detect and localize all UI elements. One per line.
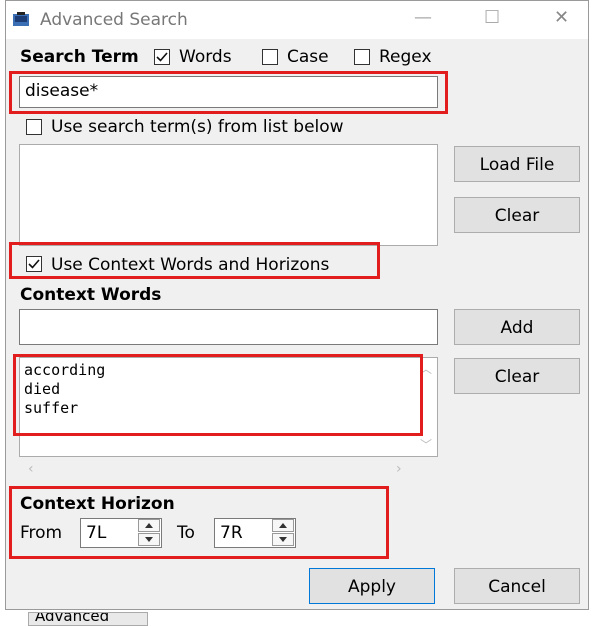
spin-up-icon[interactable] bbox=[272, 519, 294, 532]
search-term-label: Search Term bbox=[20, 47, 139, 67]
search-terms-list[interactable] bbox=[19, 144, 438, 246]
regex-label: Regex bbox=[379, 47, 432, 67]
scroll-down-icon[interactable]: ﹀ bbox=[420, 436, 432, 453]
from-label: From bbox=[20, 523, 63, 543]
regex-checkbox[interactable] bbox=[354, 49, 370, 65]
check-icon bbox=[28, 259, 40, 269]
apply-button[interactable]: Apply bbox=[309, 568, 435, 604]
add-button[interactable]: Add bbox=[454, 309, 580, 345]
to-value: 7R bbox=[220, 523, 243, 543]
context-horizon-heading: Context Horizon bbox=[20, 494, 175, 514]
use-context-checkbox[interactable] bbox=[26, 256, 42, 272]
minimize-button[interactable]: — bbox=[414, 7, 432, 28]
context-words-list[interactable]: according died suffer ︿ ﹀ bbox=[19, 357, 438, 457]
app-icon bbox=[13, 12, 29, 26]
words-checkbox[interactable] bbox=[154, 49, 170, 65]
words-label: Words bbox=[179, 47, 232, 67]
context-word-input[interactable] bbox=[19, 309, 438, 345]
clear-list-button[interactable]: Clear bbox=[454, 197, 580, 233]
spin-down-icon[interactable] bbox=[272, 533, 294, 546]
context-word-item[interactable]: died bbox=[24, 380, 60, 399]
to-spinner[interactable] bbox=[272, 519, 294, 547]
title-bar: Advanced Search — ☐ ✕ bbox=[6, 1, 588, 39]
scroll-left-icon[interactable]: ‹ bbox=[28, 461, 34, 477]
cancel-button[interactable]: Cancel bbox=[454, 568, 580, 604]
spin-down-icon[interactable] bbox=[138, 533, 160, 546]
context-word-item[interactable]: suffer bbox=[24, 399, 78, 418]
to-spinbox[interactable]: 7R bbox=[214, 518, 296, 548]
close-button[interactable]: ✕ bbox=[554, 7, 569, 28]
scroll-up-icon[interactable]: ︿ bbox=[420, 360, 432, 377]
context-word-item[interactable]: according bbox=[24, 361, 105, 380]
clear-context-button[interactable]: Clear bbox=[454, 358, 580, 394]
spin-up-icon[interactable] bbox=[138, 519, 160, 532]
maximize-button[interactable]: ☐ bbox=[484, 7, 500, 28]
search-term-input[interactable]: disease* bbox=[19, 76, 438, 108]
use-context-label: Use Context Words and Horizons bbox=[51, 255, 330, 275]
from-spinner[interactable] bbox=[138, 519, 160, 547]
load-file-button[interactable]: Load File bbox=[454, 146, 580, 182]
to-label: To bbox=[177, 523, 195, 543]
check-icon bbox=[156, 52, 168, 62]
window-title: Advanced Search bbox=[40, 10, 188, 30]
case-label: Case bbox=[287, 47, 329, 67]
advanced-search-dialog: Advanced Search — ☐ ✕ Search Term Words … bbox=[5, 0, 589, 610]
search-term-value: disease* bbox=[25, 81, 99, 101]
context-words-heading: Context Words bbox=[20, 285, 162, 305]
case-checkbox[interactable] bbox=[262, 49, 278, 65]
scroll-right-icon[interactable]: › bbox=[396, 461, 402, 477]
from-value: 7L bbox=[86, 523, 107, 543]
use-list-label: Use search term(s) from list below bbox=[51, 117, 344, 137]
from-spinbox[interactable]: 7L bbox=[80, 518, 162, 548]
use-list-checkbox[interactable] bbox=[26, 119, 42, 135]
background-right-strip bbox=[589, 0, 602, 624]
